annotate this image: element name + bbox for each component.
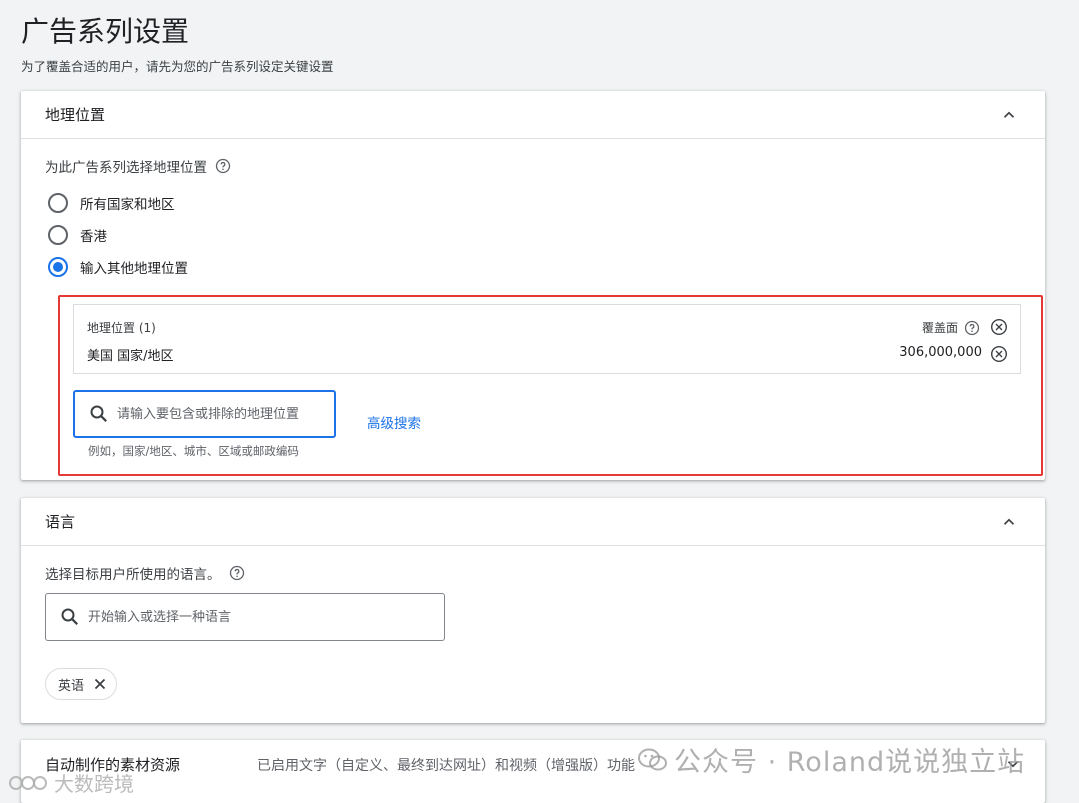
chevron-up-icon[interactable] <box>997 510 1021 534</box>
wechat-logo-icon <box>638 747 668 773</box>
geo-question-text: 为此广告系列选择地理位置 <box>45 160 207 176</box>
geo-card: 地理位置 为此广告系列选择地理位置 所有国家和地区 香港 输入其他地理位置 地理… <box>21 91 1045 480</box>
watermark-right: 公众号 · Roland说说独立站 <box>638 740 1025 779</box>
advanced-search-link[interactable]: 高级搜索 <box>367 412 421 432</box>
page-subtitle: 为了覆盖合适的用户，请先为您的广告系列设定关键设置 <box>21 59 334 74</box>
geo-card-title: 地理位置 <box>45 106 106 124</box>
language-search-field[interactable] <box>45 593 445 641</box>
targeted-locations-heading: 地理位置 (1) <box>87 321 156 335</box>
geo-card-header[interactable]: 地理位置 <box>21 91 1045 139</box>
language-card: 语言 选择目标用户所使用的语言。 英语 <box>21 498 1045 723</box>
chevron-up-icon[interactable] <box>997 103 1021 127</box>
location-search-input[interactable] <box>117 406 334 422</box>
radio-all-countries[interactable]: 所有国家和地区 <box>45 187 188 219</box>
coverage-text: 覆盖面 <box>921 321 958 335</box>
language-question: 选择目标用户所使用的语言。 <box>45 563 245 583</box>
radio-label: 香港 <box>80 229 107 245</box>
help-icon[interactable] <box>964 320 980 336</box>
language-card-header[interactable]: 语言 <box>21 498 1045 546</box>
radio-button-selected[interactable] <box>48 257 68 277</box>
remove-location-icon[interactable] <box>990 345 1008 363</box>
radio-other-location[interactable]: 输入其他地理位置 <box>45 251 188 283</box>
watermark-left-text: 大数跨境 <box>54 772 134 796</box>
coverage-label: 覆盖面 <box>922 319 980 336</box>
page-title: 广告系列设置 <box>21 15 190 48</box>
location-search-hint: 例如，国家/地区、城市、区域或邮政编码 <box>88 444 299 458</box>
search-icon <box>89 404 109 424</box>
close-icon[interactable] <box>92 676 108 692</box>
language-chip: 英语 <box>45 668 118 700</box>
search-icon <box>60 607 80 627</box>
location-name: 美国 国家/地区 <box>87 349 174 364</box>
radio-hong-kong[interactable]: 香港 <box>45 219 188 251</box>
location-search-field[interactable] <box>73 390 336 438</box>
radio-button[interactable] <box>48 225 68 245</box>
targeted-locations-panel: 地理位置 (1) 覆盖面 美国 国家/地区 306,000,000 <box>73 304 1021 374</box>
help-icon[interactable] <box>229 565 245 581</box>
radio-label: 所有国家和地区 <box>80 197 175 213</box>
radio-button[interactable] <box>48 193 68 213</box>
brand-logo-icon <box>8 772 48 794</box>
help-icon[interactable] <box>215 158 231 174</box>
watermark-right-text: 公众号 · Roland说说独立站 <box>674 747 1026 778</box>
language-question-text: 选择目标用户所使用的语言。 <box>45 567 221 583</box>
watermark-left: 大数跨境 <box>8 768 134 797</box>
geo-question: 为此广告系列选择地理位置 <box>45 156 231 176</box>
assets-status: 已启用文字（自定义、最终到达网址）和视频（增强版）功能 <box>257 758 635 774</box>
language-card-title: 语言 <box>45 513 76 531</box>
language-chip-label: 英语 <box>58 678 85 694</box>
location-reach: 306,000,000 <box>899 345 982 360</box>
remove-all-icon[interactable] <box>990 318 1008 336</box>
radio-label: 输入其他地理位置 <box>80 261 188 277</box>
language-search-input[interactable] <box>88 609 444 625</box>
